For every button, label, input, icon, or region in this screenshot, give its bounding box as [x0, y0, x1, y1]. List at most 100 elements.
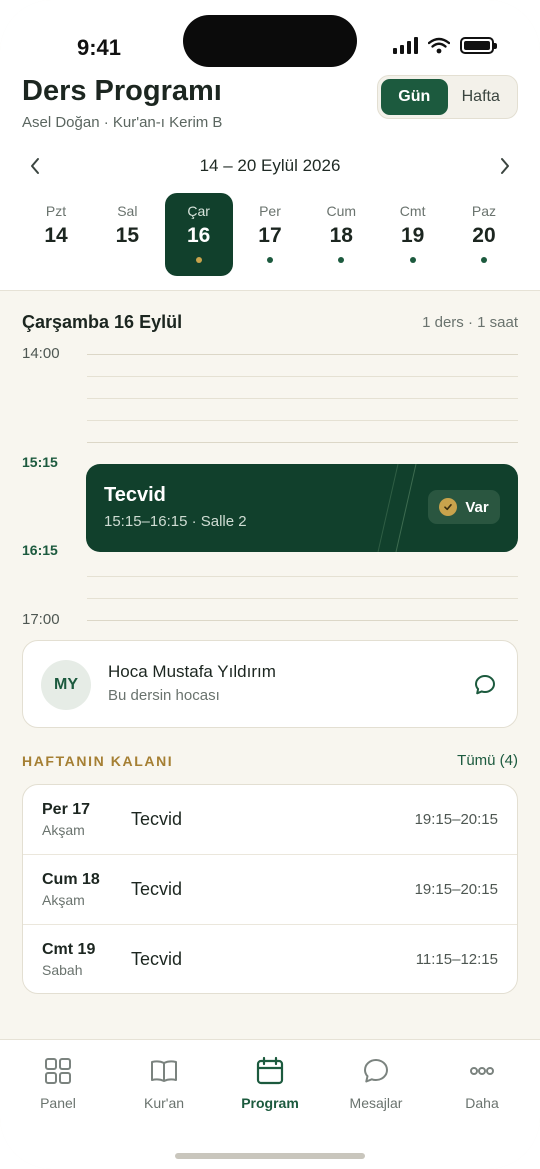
lesson-dot: [53, 257, 59, 263]
signal-icon: [393, 37, 418, 54]
grid-line: [87, 376, 518, 377]
tab-label: Kur'an: [143, 1095, 185, 1111]
grid-line: [87, 598, 518, 599]
item-time: 19:15–20:15: [414, 881, 498, 898]
tab-label: Mesajlar: [349, 1095, 403, 1111]
prev-week-button[interactable]: [22, 153, 48, 179]
lesson-dot: [124, 257, 130, 263]
grid-line: [87, 420, 518, 421]
tab-program[interactable]: Program: [220, 1056, 320, 1111]
lesson-dot: [338, 257, 345, 263]
lesson-dot: [195, 257, 202, 263]
hour-line: [87, 442, 518, 443]
section-label: HAFTANIN KALANI: [22, 753, 174, 769]
chevron-right-icon: [501, 158, 509, 174]
attendance-label: Var: [465, 498, 489, 516]
grid-icon: [45, 1058, 71, 1084]
item-part: Akşam: [42, 892, 85, 908]
wifi-icon: [428, 37, 450, 54]
list-item[interactable]: Cum 18 Akşam Tecvid 19:15–20:15: [23, 855, 517, 925]
view-toggle: Gün Hafta: [377, 75, 518, 119]
time-label-1700: 17:00: [22, 611, 60, 628]
item-lesson: Tecvid: [131, 949, 183, 969]
lesson-card[interactable]: Tecvid 15:15–16:15 · Salle 2 Var: [86, 464, 518, 552]
item-day: Cmt 19: [42, 941, 96, 958]
view-day-button[interactable]: Gün: [381, 79, 448, 115]
phone-screen: 9:41 Ders Programı Asel Doğan · Kur'an-ı…: [0, 0, 540, 1169]
tab-daha[interactable]: Daha: [432, 1056, 532, 1111]
lesson-dot: [266, 257, 273, 263]
day-item-cum[interactable]: Cum 18: [307, 193, 375, 276]
list-item[interactable]: Per 17 Akşam Tecvid 19:15–20:15: [23, 785, 517, 855]
time-label-start: 15:15: [22, 454, 58, 470]
check-icon: [439, 498, 458, 516]
day-name: Cmt: [399, 203, 426, 219]
day-item-per[interactable]: Per 17: [236, 193, 304, 276]
avatar: MY: [41, 660, 91, 710]
day-number: 15: [115, 224, 139, 247]
calendar-icon: [256, 1056, 284, 1085]
item-day: Cum 18: [42, 871, 100, 888]
week-navigator: 14 – 20 Eylül 2026: [22, 153, 518, 179]
page-subtitle: Asel Doğan · Kur'an-ı Kerim B: [22, 114, 223, 131]
grid-line: [87, 576, 518, 577]
list-item[interactable]: Cmt 19 Sabah Tecvid 11:15–12:15: [23, 925, 517, 993]
day-name: Sal: [117, 203, 138, 219]
day-item-paz[interactable]: Paz 20: [450, 193, 518, 276]
day-name: Paz: [471, 203, 497, 219]
day-name: Per: [259, 203, 281, 219]
next-week-button[interactable]: [492, 153, 518, 179]
message-teacher-button[interactable]: [473, 673, 497, 697]
remaining-list: Per 17 Akşam Tecvid 19:15–20:15 Cum 18 A…: [22, 784, 518, 994]
day-number: 14: [44, 224, 68, 247]
day-number: 20: [472, 224, 496, 247]
grid-line: [87, 398, 518, 399]
time-label-1400: 14:00: [22, 345, 60, 362]
more-icon: [470, 1067, 494, 1075]
item-day: Per 17: [42, 801, 91, 818]
day-number: 17: [258, 224, 282, 247]
item-part: Sabah: [42, 962, 83, 978]
dynamic-island: [183, 15, 357, 67]
day-name: Pzt: [45, 203, 67, 219]
time-label-end: 16:15: [22, 542, 58, 558]
week-range: 14 – 20 Eylül 2026: [199, 156, 341, 175]
teacher-role: Bu dersin hocası: [108, 687, 220, 704]
day-strip: Pzt 14 Sal 15 Çar 16 Per 17 Cum 18 Cmt 1…: [22, 193, 518, 277]
item-time: 11:15–12:15: [415, 951, 498, 968]
tab-label: Daha: [465, 1095, 499, 1111]
day-number: 16: [186, 224, 211, 247]
book-icon: [151, 1060, 177, 1082]
day-item-cmt[interactable]: Cmt 19: [379, 193, 447, 276]
tab-kuran[interactable]: Kur'an: [114, 1056, 214, 1111]
chevron-left-icon: [31, 158, 39, 174]
day-name: Cum: [326, 203, 357, 219]
teacher-card[interactable]: MY Hoca Mustafa Yıldırım Bu dersin hocas…: [22, 640, 518, 728]
lesson-title: Tecvid: [104, 484, 166, 506]
day-item-sal[interactable]: Sal 15: [93, 193, 161, 276]
tab-bar: Panel Kur'an Program Mesajlar Daha: [0, 1039, 540, 1169]
hour-line: [87, 354, 518, 355]
tab-label: Panel: [40, 1095, 76, 1111]
header-area: 9:41 Ders Programı Asel Doğan · Kur'an-ı…: [0, 0, 540, 291]
day-item-car[interactable]: Çar 16: [164, 193, 233, 276]
view-week-button[interactable]: Hafta: [448, 79, 515, 115]
item-time: 19:15–20:15: [414, 811, 498, 828]
home-indicator: [175, 1153, 365, 1159]
hour-line: [87, 620, 518, 621]
status-icons: [393, 37, 497, 54]
schedule-summary: 1 ders · 1 saat: [422, 314, 518, 331]
page-title: Ders Programı: [22, 75, 222, 107]
day-name: Çar: [187, 203, 210, 219]
see-all-link[interactable]: Tümü (4): [457, 752, 518, 769]
tab-mesajlar[interactable]: Mesajlar: [326, 1056, 426, 1111]
schedule-date: Çarşamba 16 Eylül: [22, 312, 183, 332]
tab-panel[interactable]: Panel: [8, 1056, 108, 1111]
lesson-dot: [409, 257, 416, 263]
status-time: 9:41: [77, 35, 122, 60]
item-part: Akşam: [42, 822, 85, 838]
lesson-detail: 15:15–16:15 · Salle 2: [104, 513, 247, 530]
day-item-pzt[interactable]: Pzt 14: [22, 193, 90, 276]
battery-icon: [460, 37, 497, 54]
chat-icon: [364, 1059, 388, 1083]
